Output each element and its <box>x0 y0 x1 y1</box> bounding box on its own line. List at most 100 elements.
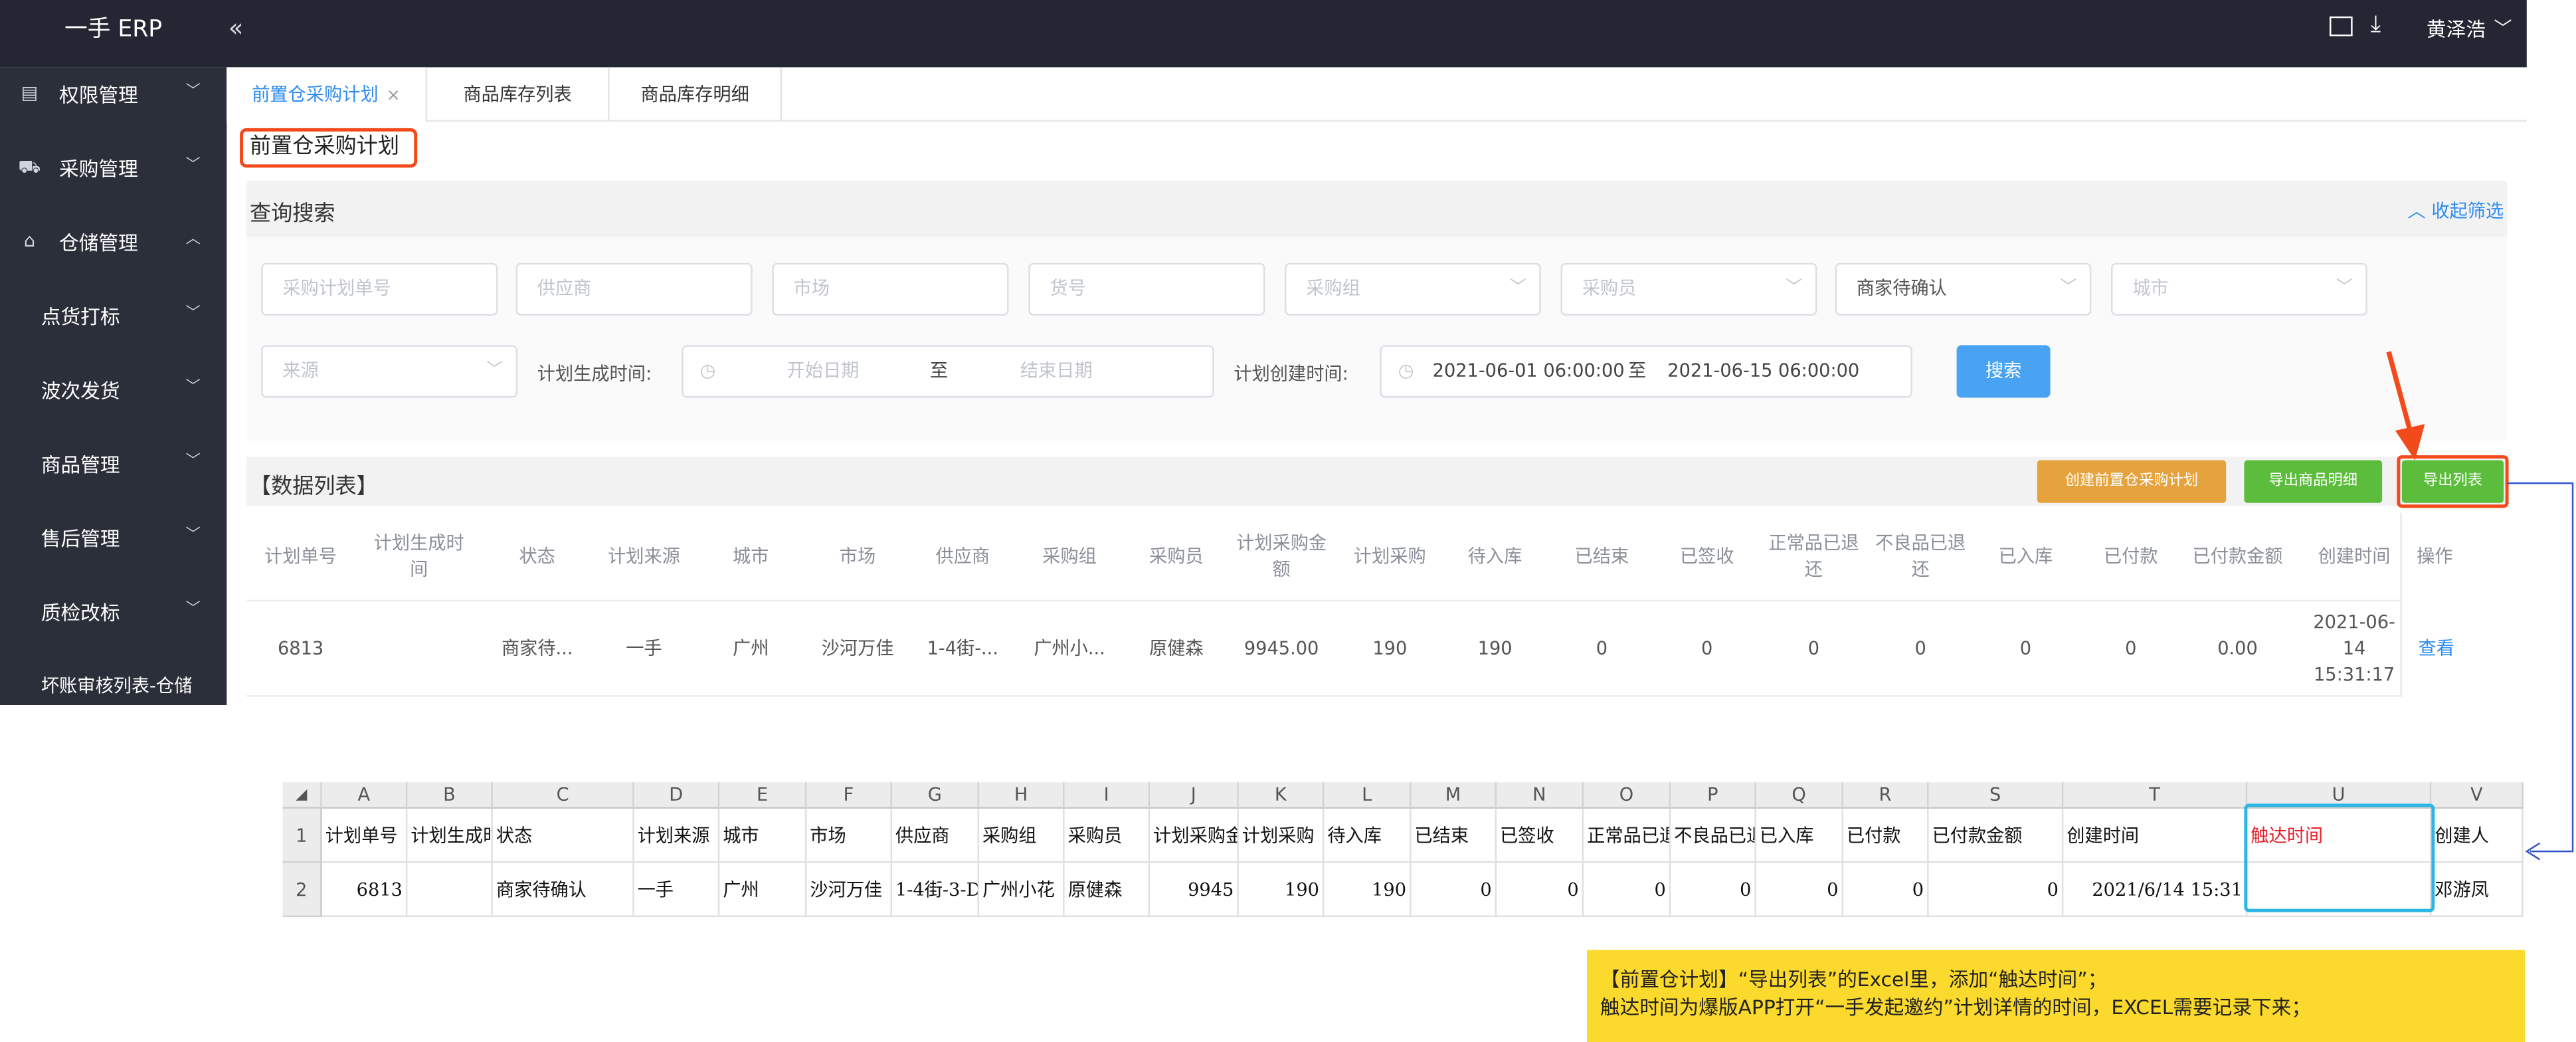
supplier-input[interactable]: 供应商 <box>515 262 753 316</box>
start-date-input[interactable]: 开始日期 <box>787 347 860 396</box>
sidebar-item-aftersale[interactable]: 售后管理 ﹀ <box>0 511 227 567</box>
market-input[interactable]: 市场 <box>772 262 1009 316</box>
sidebar-item-baddebt[interactable]: 坏账审核列表-仓储 <box>0 659 227 715</box>
sidebar-item-permissions[interactable]: ▤ 权限管理 ﹀ <box>0 67 227 123</box>
row-number[interactable]: 2 <box>282 863 322 918</box>
excel-cell[interactable]: 已付款金额 <box>1928 808 2064 863</box>
excel-cell[interactable]: 创建时间 <box>2063 808 2248 863</box>
excel-cell[interactable]: 商家待确认 <box>492 863 634 918</box>
excel-cell[interactable]: 6813 <box>322 863 408 918</box>
excel-cell[interactable]: 0 <box>1843 863 1929 918</box>
excel-cell[interactable]: 不良品已退还 <box>1671 808 1756 863</box>
excel-cell[interactable]: 采购组 <box>979 808 1065 863</box>
excel-cell[interactable]: 已结束 <box>1411 808 1497 863</box>
col-letter[interactable]: J <box>1150 782 1239 809</box>
create-time-range[interactable]: ◷ 2021-06-01 06:00:00 至 2021-06-15 06:00… <box>1380 345 1912 398</box>
chevron-down-icon[interactable]: ﹀ <box>2494 15 2512 41</box>
download-icon[interactable]: ⤓ <box>2371 11 2381 38</box>
excel-cell[interactable]: 市场 <box>806 808 892 863</box>
chart-icon[interactable] <box>2329 16 2353 37</box>
collapse-filter-link[interactable]: ︿ 收起筛选 <box>2407 197 2504 224</box>
item-number-input[interactable]: 货号 <box>1028 262 1265 316</box>
col-letter[interactable]: T <box>2063 782 2248 809</box>
source-select[interactable]: 来源 ﹀ <box>261 345 518 398</box>
excel-cell[interactable]: 0 <box>1497 863 1584 918</box>
excel-cell[interactable]: 0 <box>1671 863 1756 918</box>
create-start-input[interactable]: 2021-06-01 06:00:00 <box>1433 347 1625 396</box>
col-letter[interactable]: A <box>322 782 408 809</box>
col-letter[interactable]: L <box>1324 782 1412 809</box>
excel-cell[interactable]: 0 <box>1928 863 2064 918</box>
collapse-sidebar-icon[interactable]: « <box>229 13 244 43</box>
col-letter[interactable]: M <box>1411 782 1497 809</box>
excel-cell[interactable]: 原健森 <box>1064 863 1150 918</box>
sidebar-item-purchase[interactable]: ⛟ 采购管理 ﹀ <box>0 142 227 197</box>
excel-cell[interactable]: 城市 <box>719 808 807 863</box>
col-letter[interactable]: Q <box>1756 782 1843 809</box>
excel-cell[interactable]: 状态 <box>492 808 634 863</box>
excel-cell[interactable]: 0 <box>1411 863 1497 918</box>
excel-cell[interactable]: 190 <box>1324 863 1412 918</box>
col-letter[interactable]: I <box>1064 782 1150 809</box>
col-letter[interactable]: E <box>719 782 807 809</box>
excel-cell[interactable]: 供应商 <box>891 808 980 863</box>
excel-cell[interactable]: 广州 <box>719 863 807 918</box>
status-select[interactable]: 商家待确认 ﹀ <box>1835 262 2092 316</box>
excel-cell[interactable]: 计划采购金额 <box>1150 808 1239 863</box>
excel-cell[interactable]: 一手 <box>634 863 720 918</box>
tab-front-warehouse-plan[interactable]: 前置仓采购计划 × <box>227 67 428 122</box>
tab-stock-detail[interactable]: 商品库存明细 <box>610 67 782 122</box>
end-date-input[interactable]: 结束日期 <box>1020 347 1093 396</box>
plan-number-input[interactable]: 采购计划单号 <box>261 262 498 316</box>
col-letter[interactable]: S <box>1928 782 2064 809</box>
col-letter[interactable]: D <box>634 782 720 809</box>
sidebar-item-warehouse[interactable]: ⌂ 仓储管理 ︿ <box>0 215 227 271</box>
excel-cell[interactable]: 沙河万佳 <box>806 863 892 918</box>
excel-cell[interactable]: 采购员 <box>1064 808 1150 863</box>
excel-cell[interactable]: 计划生成时间 <box>407 808 493 863</box>
city-select[interactable]: 城市 ﹀ <box>2111 262 2367 316</box>
close-icon[interactable]: × <box>387 87 401 105</box>
sidebar-item-qc[interactable]: 质检改标 ﹀ <box>0 585 227 641</box>
user-name[interactable]: 黄泽浩 <box>2427 15 2486 43</box>
excel-cell[interactable]: 邓游凤 <box>2431 863 2524 918</box>
excel-cell[interactable]: 已付款 <box>1843 808 1929 863</box>
tab-stock-list[interactable]: 商品库存列表 <box>427 67 610 122</box>
col-letter[interactable]: O <box>1584 782 1671 809</box>
create-end-input[interactable]: 2021-06-15 06:00:00 <box>1667 347 1859 396</box>
search-button[interactable]: 搜索 <box>1956 345 2051 398</box>
view-link[interactable]: 查看 <box>2402 601 2471 696</box>
sidebar-item-wave[interactable]: 波次发货 ﹀ <box>0 364 227 419</box>
col-letter[interactable]: F <box>806 782 892 809</box>
excel-cell[interactable]: 0 <box>1756 863 1843 918</box>
row-number[interactable]: 1 <box>282 808 322 863</box>
col-letter[interactable]: N <box>1497 782 1584 809</box>
excel-cell[interactable]: 1-4街-3-DI <box>891 863 980 918</box>
sidebar-item-counting[interactable]: 点货打标 ﹀ <box>0 289 227 345</box>
buyer-select[interactable]: 采购员 ﹀ <box>1560 262 1817 316</box>
sidebar-item-goods[interactable]: 商品管理 ﹀ <box>0 437 227 493</box>
export-detail-button[interactable]: 导出商品明细 <box>2244 460 2383 503</box>
create-plan-button[interactable]: 创建前置仓采购计划 <box>2037 460 2227 503</box>
col-letter[interactable]: P <box>1671 782 1756 809</box>
select-all-corner[interactable]: ◢ <box>282 782 322 809</box>
excel-cell[interactable]: 2021/6/14 15:31 <box>2063 863 2248 918</box>
excel-cell[interactable] <box>407 863 493 918</box>
col-letter[interactable]: G <box>891 782 980 809</box>
excel-cell[interactable]: 计划采购 <box>1238 808 1325 863</box>
excel-cell[interactable]: 9945 <box>1150 863 1239 918</box>
excel-cell[interactable]: 已签收 <box>1497 808 1584 863</box>
purchase-group-select[interactable]: 采购组 ﹀ <box>1285 262 1541 316</box>
excel-cell[interactable]: 正常品已退还 <box>1584 808 1671 863</box>
excel-cell[interactable]: 广州小花 <box>979 863 1065 918</box>
excel-cell[interactable]: 0 <box>1584 863 1671 918</box>
col-letter[interactable]: V <box>2431 782 2524 809</box>
col-letter[interactable]: K <box>1238 782 1325 809</box>
excel-cell[interactable]: 已入库 <box>1756 808 1843 863</box>
excel-cell[interactable]: 创建人 <box>2431 808 2524 863</box>
excel-cell[interactable]: 计划来源 <box>634 808 720 863</box>
col-letter[interactable]: R <box>1843 782 1929 809</box>
col-letter[interactable]: H <box>979 782 1065 809</box>
excel-cell[interactable]: 计划单号 <box>322 808 408 863</box>
col-letter[interactable]: B <box>407 782 493 809</box>
